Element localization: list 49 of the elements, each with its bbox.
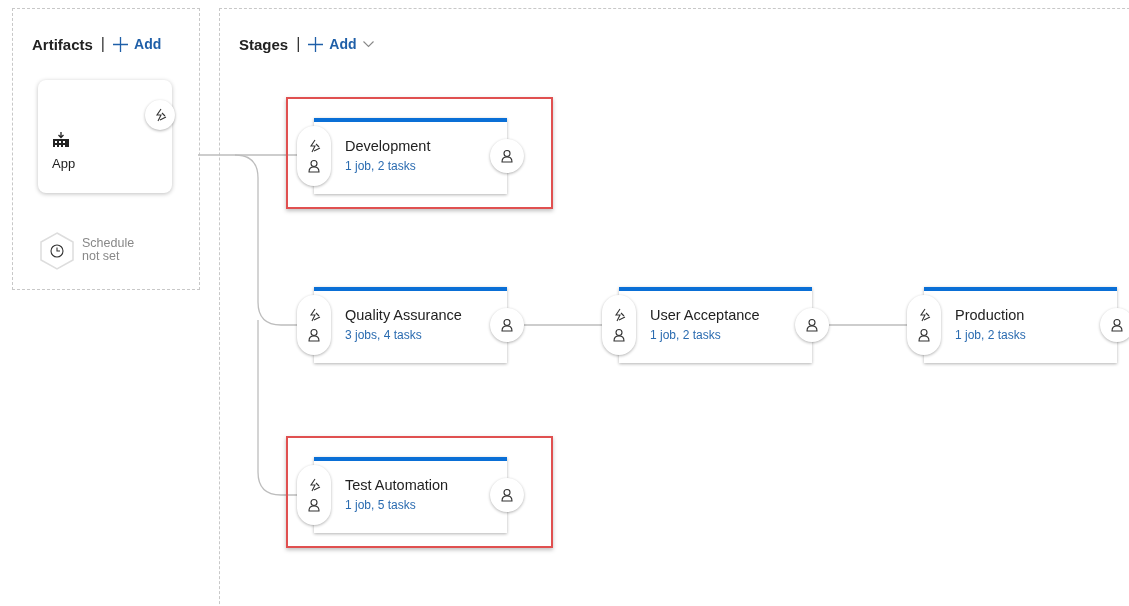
separator-text: | (296, 35, 301, 53)
approver-button[interactable] (490, 478, 524, 512)
person-icon (500, 149, 514, 163)
stage-name: Test Automation (345, 477, 449, 493)
stage-name: Development (345, 138, 431, 154)
person-icon (1110, 318, 1124, 332)
person-icon (500, 318, 514, 332)
build-icon (52, 132, 70, 148)
lightning-icon (153, 108, 167, 122)
plus-icon (308, 36, 324, 52)
pre-deployment-conditions[interactable] (297, 126, 331, 186)
approver-button[interactable] (490, 308, 524, 342)
lightning-icon (612, 308, 626, 322)
person-icon (307, 159, 321, 173)
stage-summary[interactable]: 1 job, 2 tasks (650, 328, 721, 342)
lightning-icon (917, 308, 931, 322)
schedule-label: Schedule not set (82, 237, 136, 263)
artifact-card[interactable]: App (38, 80, 172, 193)
stage-name: Quality Assurance (345, 307, 462, 323)
stage-name: User Acceptance (650, 307, 760, 323)
lightning-icon (307, 478, 321, 492)
pre-deployment-conditions[interactable] (907, 295, 941, 355)
person-icon (307, 498, 321, 512)
lightning-icon (307, 308, 321, 322)
person-icon (917, 328, 931, 342)
stage-name: Production (955, 307, 1025, 323)
pre-deployment-conditions[interactable] (602, 295, 636, 355)
approver-button[interactable] (490, 139, 524, 173)
section-title: Stages (239, 35, 289, 53)
person-icon (307, 328, 321, 342)
person-icon (500, 488, 514, 502)
plus-icon (113, 36, 128, 52)
stage-summary[interactable]: 1 job, 2 tasks (955, 328, 1026, 342)
add-stage-button[interactable]: Add (308, 36, 374, 52)
stage-summary[interactable]: 3 jobs, 4 tasks (345, 328, 422, 342)
stage-summary[interactable]: 1 job, 5 tasks (345, 498, 416, 512)
approver-button[interactable] (795, 308, 829, 342)
separator-text: | (100, 35, 105, 53)
lightning-icon (307, 139, 321, 153)
pre-deployment-conditions[interactable] (297, 465, 331, 525)
artifact-name: App (52, 156, 77, 171)
person-icon (805, 318, 819, 332)
pre-deployment-conditions[interactable] (297, 295, 331, 355)
chevron-down-icon (362, 40, 374, 48)
section-title: Artifacts (32, 35, 93, 53)
clock-icon[interactable] (40, 232, 74, 270)
person-icon (612, 328, 626, 342)
add-artifact-button[interactable]: Add (113, 36, 162, 52)
stage-summary[interactable]: 1 job, 2 tasks (345, 159, 416, 173)
